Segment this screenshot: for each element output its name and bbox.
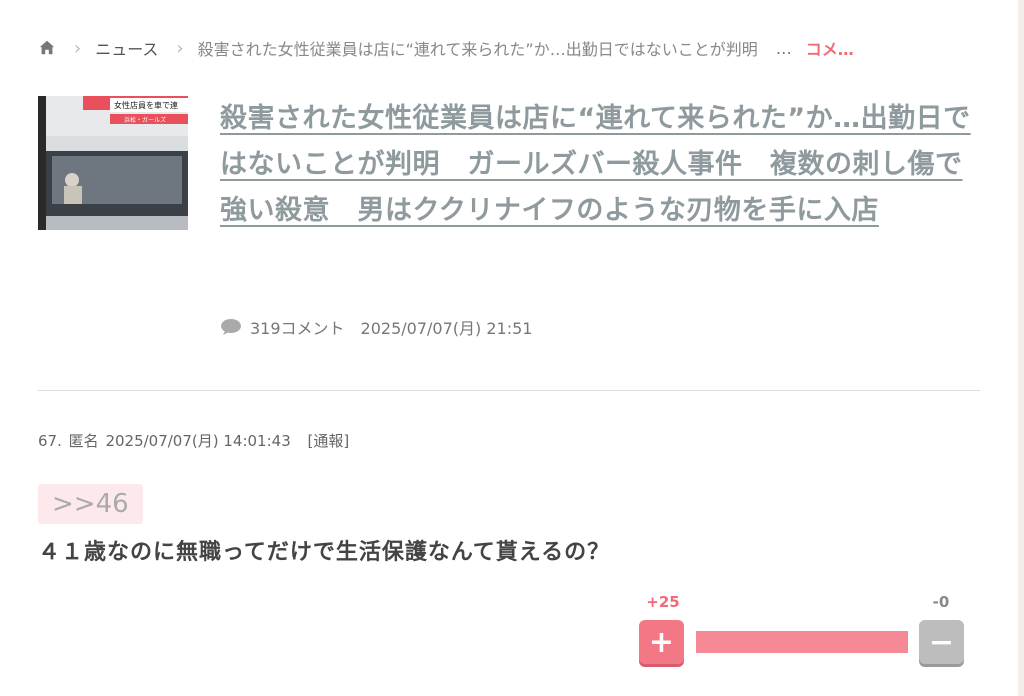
chevron-right-icon: › (176, 37, 184, 59)
minus-vote-button[interactable]: − (919, 620, 964, 664)
comment-author: 匿名 (68, 432, 99, 450)
vote-ratio-fill (696, 631, 908, 653)
thumbnail-subcaption: 浜松・ガールズ (124, 116, 166, 124)
plus-vote-count: +25 (646, 593, 680, 611)
vote-ratio-bar (696, 631, 908, 653)
plus-vote-button[interactable]: + (639, 620, 684, 664)
thumbnail-caption: 女性店員を車で連 (114, 100, 178, 110)
page-edge (1018, 0, 1024, 696)
comment-timestamp: 2025/07/07(月) 14:01:43 (105, 432, 291, 450)
divider (38, 390, 980, 391)
comment-header: 67. 匿名 2025/07/07(月) 14:01:43 [通報] (38, 430, 351, 451)
breadcrumb-ellipsis: … (775, 38, 792, 58)
breadcrumb-article-title[interactable]: 殺害された女性従業員は店に“連れて来られた”か…出勤日ではないことが判明 (198, 36, 758, 60)
breadcrumb: › ニュース › 殺害された女性従業員は店に“連れて来られた”か…出勤日ではない… (38, 34, 968, 62)
comment-count[interactable]: 319コメント (250, 315, 345, 339)
breadcrumb-comment-link[interactable]: コメ… (806, 36, 854, 60)
article-title[interactable]: 殺害された女性従業員は店に“連れて来られた”か…出勤日ではないことが判明 ガール… (220, 96, 980, 234)
minus-icon: − (928, 624, 955, 660)
home-icon[interactable] (38, 39, 56, 57)
reply-anchor-link[interactable]: >>46 (38, 484, 143, 524)
comment-bubble-icon (221, 319, 241, 335)
breadcrumb-news-link[interactable]: ニュース (95, 36, 158, 60)
thumbnail-image: 女性店員を車で連 浜松・ガールズ (38, 96, 188, 230)
comment-number[interactable]: 67. (38, 432, 62, 450)
article-meta: 319コメント 2025/07/07(月) 21:51 (220, 314, 532, 340)
report-link[interactable]: [通報] (308, 432, 350, 450)
plus-icon: + (648, 624, 675, 660)
article-date: 2025/07/07(月) 21:51 (360, 319, 533, 338)
minus-vote-count: -0 (932, 593, 950, 611)
comment-body: ４１歳なのに無職ってだけで生活保護なんて貰えるの？ (38, 540, 611, 565)
chevron-right-icon: › (74, 37, 82, 59)
article-thumbnail[interactable]: 女性店員を車で連 浜松・ガールズ (38, 96, 188, 230)
